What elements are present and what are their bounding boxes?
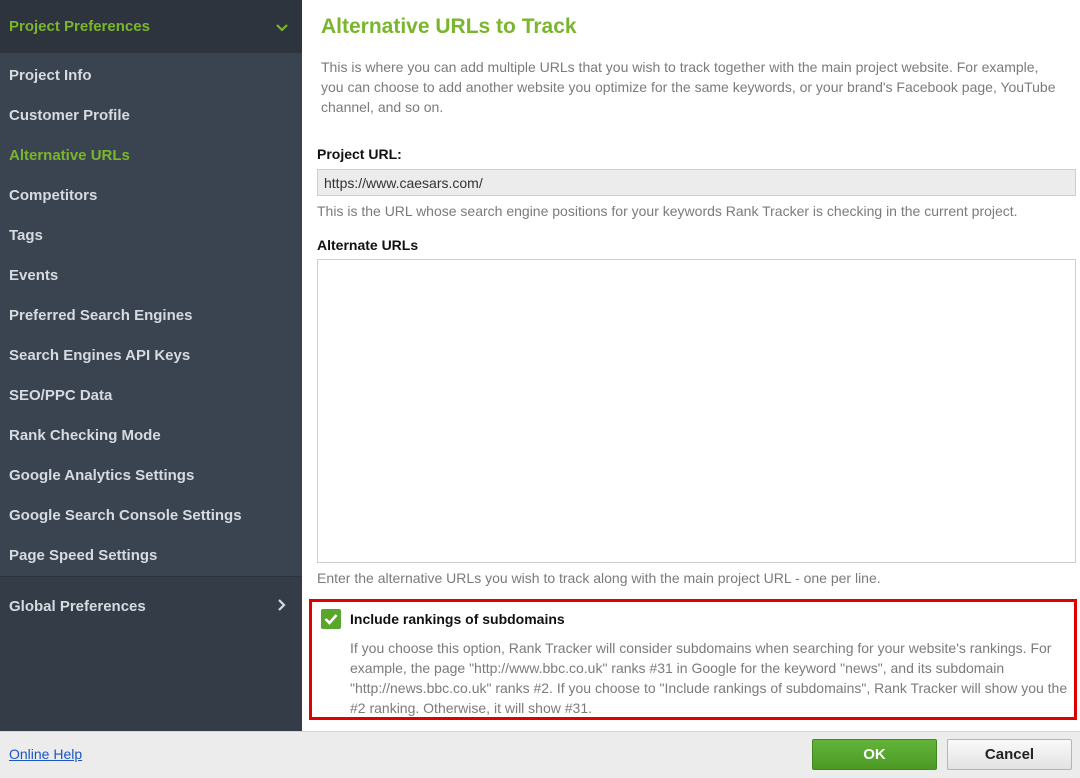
project-preferences-title: Project Preferences bbox=[9, 18, 150, 35]
main-panel: Alternative URLs to Track This is where … bbox=[302, 0, 1080, 731]
sidebar-item-competitors[interactable]: Competitors bbox=[0, 175, 302, 215]
project-preferences-header[interactable]: Project Preferences bbox=[0, 0, 302, 53]
sidebar-item-project-info[interactable]: Project Info bbox=[0, 55, 302, 95]
sidebar-menu: Project Info Customer Profile Alternativ… bbox=[0, 53, 302, 575]
ok-button[interactable]: OK bbox=[812, 739, 937, 770]
chevron-down-icon bbox=[276, 19, 288, 35]
sidebar-item-alternative-urls[interactable]: Alternative URLs bbox=[0, 135, 302, 175]
sidebar-item-seo-ppc-data[interactable]: SEO/PPC Data bbox=[0, 375, 302, 415]
page-description: This is where you can add multiple URLs … bbox=[321, 59, 1056, 115]
sidebar-item-google-analytics-settings[interactable]: Google Analytics Settings bbox=[0, 455, 302, 495]
project-url-label: Project URL: bbox=[317, 146, 402, 162]
sidebar-filler bbox=[0, 636, 302, 731]
sidebar-item-events[interactable]: Events bbox=[0, 255, 302, 295]
online-help-link[interactable]: Online Help bbox=[9, 746, 82, 762]
project-url-field[interactable]: https://www.caesars.com/ bbox=[317, 169, 1076, 196]
alternate-urls-label: Alternate URLs bbox=[317, 237, 419, 253]
page-title: Alternative URLs to Track bbox=[321, 15, 577, 38]
sidebar: Project Preferences Project Info Custome… bbox=[0, 0, 302, 731]
sidebar-item-preferred-search-engines[interactable]: Preferred Search Engines bbox=[0, 295, 302, 335]
chevron-right-icon bbox=[278, 598, 286, 616]
checkmark-icon bbox=[324, 614, 338, 625]
global-preferences-title: Global Preferences bbox=[9, 598, 146, 615]
sidebar-item-google-search-console-settings[interactable]: Google Search Console Settings bbox=[0, 495, 302, 535]
include-subdomains-label[interactable]: Include rankings of subdomains bbox=[350, 611, 565, 627]
sidebar-item-search-engines-api-keys[interactable]: Search Engines API Keys bbox=[0, 335, 302, 375]
global-preferences-header[interactable]: Global Preferences bbox=[0, 576, 302, 636]
alternate-urls-textarea[interactable] bbox=[317, 259, 1076, 563]
subdomains-highlight-box: Include rankings of subdomains If you ch… bbox=[309, 599, 1077, 720]
alternate-urls-hint: Enter the alternative URLs you wish to t… bbox=[317, 570, 881, 586]
sidebar-item-tags[interactable]: Tags bbox=[0, 215, 302, 255]
sidebar-item-customer-profile[interactable]: Customer Profile bbox=[0, 95, 302, 135]
sidebar-item-rank-checking-mode[interactable]: Rank Checking Mode bbox=[0, 415, 302, 455]
include-subdomains-checkbox[interactable] bbox=[321, 609, 341, 629]
cancel-button[interactable]: Cancel bbox=[947, 739, 1072, 770]
project-url-value: https://www.caesars.com/ bbox=[324, 174, 483, 191]
include-subdomains-description: If you choose this option, Rank Tracker … bbox=[350, 640, 1068, 716]
sidebar-item-page-speed-settings[interactable]: Page Speed Settings bbox=[0, 535, 302, 575]
dialog-footer: Online Help OK Cancel bbox=[0, 731, 1080, 778]
project-url-hint: This is the URL whose search engine posi… bbox=[317, 203, 1018, 219]
